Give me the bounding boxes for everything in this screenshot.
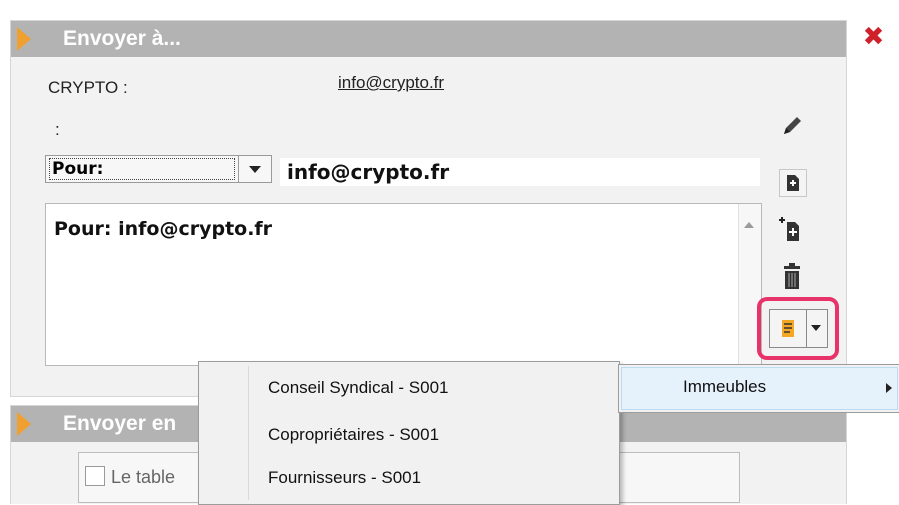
list-icon	[782, 320, 794, 337]
checkbox[interactable]	[85, 466, 105, 486]
list-split-button[interactable]	[769, 309, 828, 348]
trash-icon	[784, 263, 800, 289]
close-icon: ✖	[862, 22, 885, 52]
add-document-icon	[787, 175, 799, 191]
recipients-textarea[interactable]: Pour: info@crypto.fr	[45, 203, 762, 366]
menu-item-coproprietaires[interactable]: Copropriétaires - S001	[268, 425, 439, 445]
recipients-text: Pour: info@crypto.fr	[54, 218, 273, 240]
recipient-input[interactable]: info@crypto.fr	[280, 158, 760, 186]
contact-email-link[interactable]: info@crypto.fr	[338, 73, 444, 93]
contact-label: CRYPTO :	[48, 78, 128, 97]
menu-item-fournisseurs[interactable]: Fournisseurs - S001	[268, 468, 421, 488]
checkbox-label: Le table	[111, 467, 176, 487]
context-menu: Conseil Syndical - S001 Copropriétaires …	[198, 361, 620, 505]
menu-item-conseil-syndical[interactable]: Conseil Syndical - S001	[268, 378, 448, 398]
scroll-up-icon[interactable]	[744, 222, 754, 228]
recipient-type-select[interactable]: Pour:	[45, 155, 272, 183]
chevron-right-icon	[886, 383, 892, 393]
add-multiple-icon	[779, 217, 799, 241]
add-recipient-button[interactable]	[779, 169, 807, 197]
second-label: :	[55, 120, 60, 139]
chevron-down-icon[interactable]	[238, 156, 271, 182]
edit-button[interactable]	[776, 113, 808, 145]
submenu-immeubles[interactable]: Immeubles	[618, 364, 899, 413]
chevron-down-icon[interactable]	[806, 310, 827, 347]
menu-gutter	[248, 366, 249, 500]
close-button[interactable]: ✖	[856, 20, 891, 55]
pencil-icon	[784, 117, 801, 134]
list-button[interactable]	[770, 310, 807, 347]
recipient-type-value: Pour:	[49, 158, 235, 180]
send-to-header: Envoyer à...	[11, 21, 846, 57]
delete-button[interactable]	[779, 263, 805, 291]
expand-triangle-icon[interactable]	[17, 27, 31, 51]
send-in-title: Envoyer en	[63, 412, 177, 435]
expand-triangle-icon[interactable]	[17, 412, 31, 436]
send-to-title: Envoyer à...	[63, 27, 181, 50]
add-multiple-button[interactable]	[778, 213, 808, 243]
submenu-label: Immeubles	[683, 377, 767, 396]
